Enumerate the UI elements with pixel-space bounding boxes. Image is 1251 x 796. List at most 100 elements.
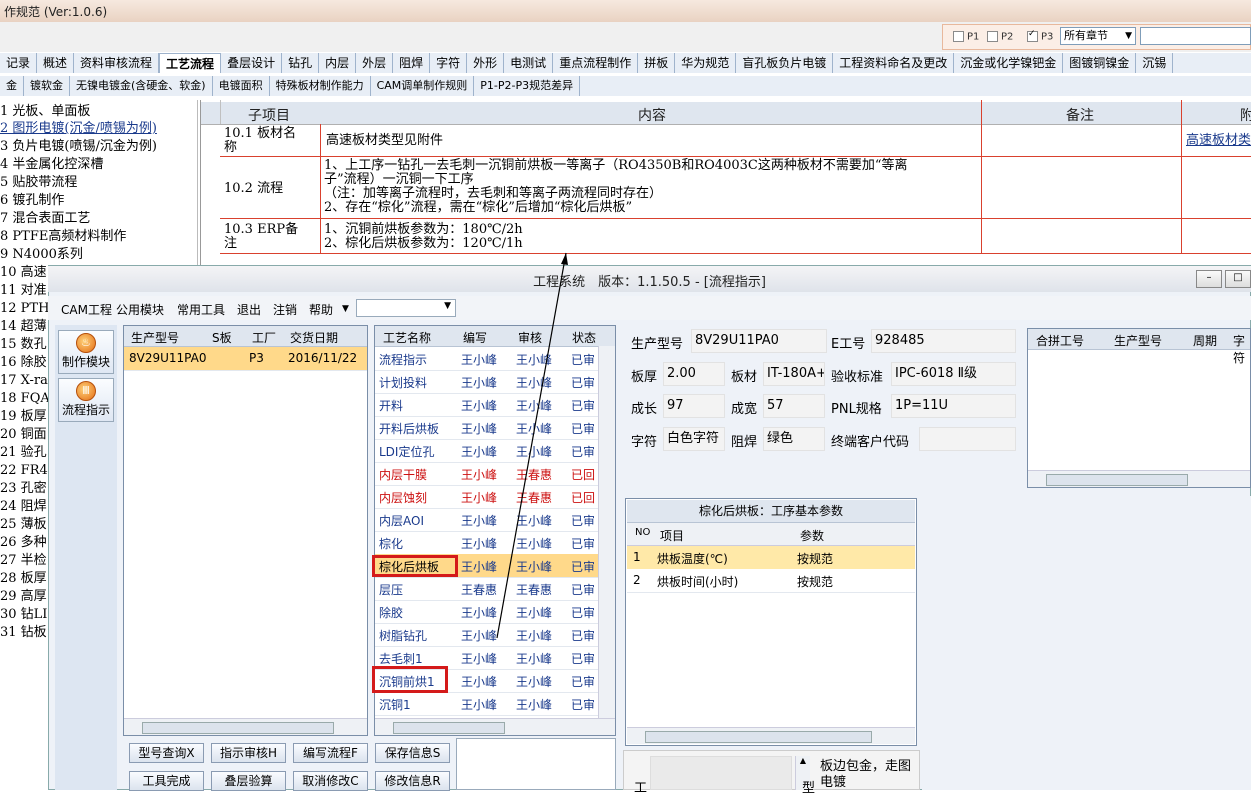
outline-item[interactable]: 30 钻LI [0, 606, 47, 624]
width-field[interactable]: 57 [763, 394, 825, 418]
table-row[interactable]: 2 烘板时间(小时) 按规范 [627, 569, 915, 593]
outline-item[interactable]: 22 FR4 [0, 462, 48, 480]
table-row[interactable]: 内层干膜 王小峰 王春惠 已回 [375, 462, 601, 486]
edit-info-button[interactable]: 修改信息R [375, 771, 450, 791]
outline-item[interactable]: 17 X-ra [0, 372, 48, 390]
table-row[interactable]: 1 烘板温度(℃) 按规范 [627, 546, 915, 570]
outline-item[interactable]: 27 半检 [0, 552, 47, 570]
outline-item[interactable]: 6 镀孔制作 [0, 192, 64, 210]
maximize-icon[interactable]: □ [1225, 270, 1251, 288]
write-process-button[interactable]: 编写流程F [293, 743, 368, 763]
nav-production-module[interactable]: ♨ 制作模块 [58, 330, 114, 374]
outline-item[interactable]: 21 验孔 [0, 444, 47, 462]
outline-item[interactable]: 18 FQA [0, 390, 50, 408]
outline-item[interactable]: 10 高速 [0, 264, 47, 282]
character-field[interactable]: 白色字符 [663, 427, 725, 451]
menu-tools[interactable]: 常用工具 [177, 301, 225, 318]
tab-r2-3[interactable]: 电镀面积 [213, 76, 270, 96]
tab-r1-1[interactable]: 概述 [37, 53, 75, 73]
save-info-button[interactable]: 保存信息S [375, 743, 450, 763]
outline-item[interactable]: 5 贴胶带流程 [0, 174, 77, 192]
tab-r1-19[interactable]: 沉锡 [1136, 53, 1174, 73]
row1-attachment-link[interactable]: 高速板材类 [1186, 134, 1251, 148]
outline-item[interactable]: 24 阻焊 [0, 498, 47, 516]
outline-item[interactable]: 19 板厚 [0, 408, 47, 426]
table-row[interactable]: 内层AOI 王小峰 王小峰 已审 [375, 508, 601, 532]
material-field[interactable]: IT-180A+ [763, 362, 825, 386]
e-number-field[interactable]: 928485 [871, 329, 1016, 353]
menu-logout[interactable]: 注销 [273, 301, 297, 318]
tab-r1-11[interactable]: 电测试 [504, 53, 554, 73]
client-code-field[interactable] [919, 427, 1016, 451]
horizontal-scrollbar[interactable] [124, 718, 367, 735]
tab-r2-4[interactable]: 特殊板材制作能力 [270, 76, 371, 96]
table-row[interactable]: 树脂钻孔 王小峰 王小峰 已审 [375, 623, 601, 647]
tab-r2-5[interactable]: CAM调单制作规则 [371, 76, 475, 96]
menu-combo[interactable]: ▼ [356, 299, 456, 317]
checkbox-p1[interactable]: P1 [953, 31, 979, 43]
table-row[interactable]: 流程指示 王小峰 王小峰 已审 [375, 347, 601, 371]
tool-complete-button[interactable]: 工具完成 [129, 771, 204, 791]
tab-r1-5[interactable]: 钻孔 [282, 53, 320, 73]
horizontal-scrollbar[interactable] [627, 727, 915, 744]
tab-r1-10[interactable]: 外形 [467, 53, 505, 73]
outline-item[interactable]: 9 N4000系列 [0, 246, 83, 264]
table-row[interactable]: 内层蚀刻 王小峰 王春惠 已回 [375, 485, 601, 509]
tab-r1-17[interactable]: 沉金或化学镍钯金 [954, 53, 1064, 73]
checkbox-p3[interactable]: P3 [1027, 29, 1053, 43]
outline-item[interactable]: 20 铜面 [0, 426, 47, 444]
tab-r1-12[interactable]: 重点流程制作 [553, 53, 639, 73]
tab-r2-2[interactable]: 无镍电镀金(含硬金、软金) [70, 76, 213, 96]
tab-r1-4[interactable]: 叠层设计 [221, 53, 283, 73]
outline-item[interactable]: 25 薄板 [0, 516, 47, 534]
outline-item[interactable]: 1 光板、单面板 [0, 103, 90, 121]
outline-item[interactable]: 26 多种 [0, 534, 47, 552]
vertical-scrollbar[interactable] [598, 346, 615, 718]
tab-r1-2[interactable]: 资料审核流程 [74, 53, 160, 73]
tab-r1-6[interactable]: 内层 [319, 53, 357, 73]
chapter-select[interactable]: 所有章节 ▼ [1060, 27, 1136, 45]
notes-area[interactable] [456, 738, 616, 790]
acceptance-standard-field[interactable]: IPC-6018 Ⅱ级 [891, 362, 1016, 386]
outline-item[interactable]: 2 图形电镀(沉金/喷锡为例) [0, 120, 157, 138]
horizontal-scrollbar[interactable] [375, 718, 615, 735]
tab-r1-13[interactable]: 拼板 [638, 53, 676, 73]
table-row[interactable]: 8V29U11PA0 P3 2016/11/22 [124, 347, 367, 371]
menu-cam[interactable]: CAM工程 [61, 301, 112, 318]
tab-r1-8[interactable]: 阻焊 [393, 53, 431, 73]
outline-item[interactable]: 31 钻板 [0, 624, 47, 642]
thickness-field[interactable]: 2.00 [663, 362, 725, 386]
minimize-icon[interactable]: – [1196, 270, 1222, 288]
outline-item[interactable]: 4 半金属化控深槽 [0, 156, 103, 174]
detail-field[interactable] [650, 756, 792, 790]
tab-r2-1[interactable]: 镀软金 [24, 76, 70, 96]
tab-r2-6[interactable]: P1-P2-P3规范差异 [474, 76, 581, 96]
tab-r1-14[interactable]: 华为规范 [675, 53, 737, 73]
table-row[interactable]: 开料后烘板 王小峰 王小峰 已审 [375, 416, 601, 440]
outline-item[interactable]: 12 PTH [0, 300, 49, 318]
model-field[interactable]: 8V29U11PA0 [691, 329, 827, 353]
pnl-spec-field[interactable]: 1P=11U [891, 394, 1016, 418]
tab-r1-3[interactable]: 工艺流程 [159, 53, 222, 73]
checkbox-p2[interactable]: P2 [987, 31, 1013, 43]
tab-r1-18[interactable]: 图镀铜镍金 [1063, 53, 1137, 73]
tab-r1-0[interactable]: 记录 [0, 53, 38, 73]
tab-r1-16[interactable]: 工程资料命名及更改 [833, 53, 955, 73]
horizontal-scrollbar[interactable] [1028, 470, 1250, 487]
cancel-edit-button[interactable]: 取消修改C [293, 771, 368, 791]
menu-common-modules[interactable]: 公用模块 [116, 301, 164, 318]
tab-r1-15[interactable]: 盲孔板负片电镀 [736, 53, 834, 73]
outline-item[interactable]: 28 板厚 [0, 570, 47, 588]
table-row[interactable]: LDI定位孔 王小峰 王小峰 已审 [375, 439, 601, 463]
tab-r1-7[interactable]: 外层 [356, 53, 394, 73]
outline-item[interactable]: 16 除胶 [0, 354, 47, 372]
table-row[interactable]: 计划投料 王小峰 王小峰 已审 [375, 370, 601, 394]
tab-r1-9[interactable]: 字符 [430, 53, 468, 73]
menu-exit[interactable]: 退出 [237, 301, 261, 318]
menu-help[interactable]: 帮助 [309, 301, 333, 318]
outline-item[interactable]: 29 高厚 [0, 588, 47, 606]
nav-process-instruction[interactable]: Ⅲ 流程指示 [58, 378, 114, 422]
model-query-button[interactable]: 型号查询X [129, 743, 204, 763]
search-input[interactable] [1140, 27, 1251, 45]
length-field[interactable]: 97 [663, 394, 725, 418]
